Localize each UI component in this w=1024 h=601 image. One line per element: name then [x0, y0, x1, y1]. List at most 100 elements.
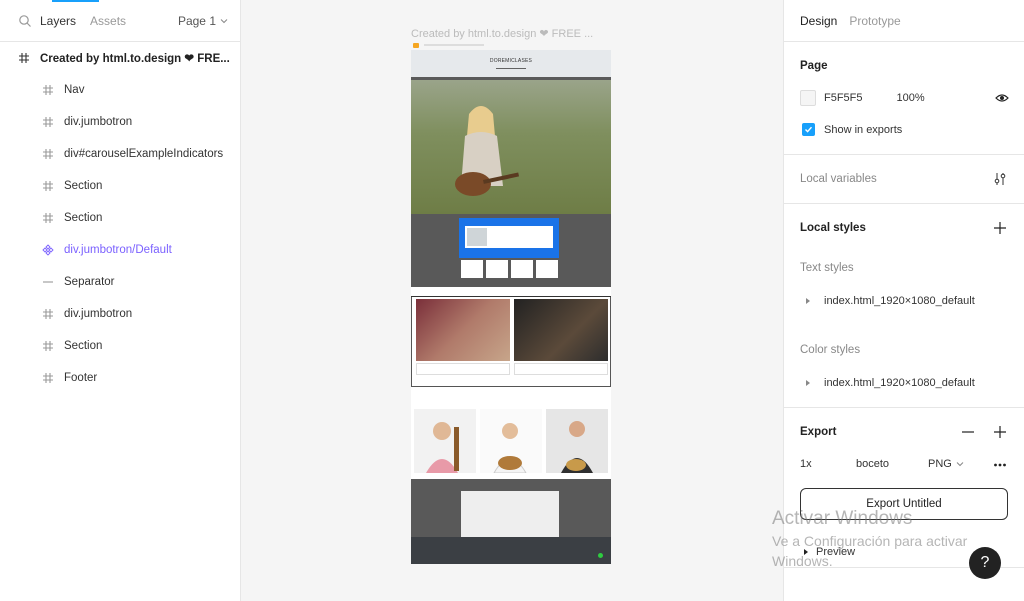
guitar-photo: [514, 299, 608, 361]
frame-icon: [42, 84, 54, 96]
frame-icon: [42, 148, 54, 160]
layer-item-section[interactable]: Section: [0, 170, 240, 202]
layer-label: Separator: [64, 276, 115, 288]
page-fill-row[interactable]: F5F5F5 100%: [800, 90, 1010, 106]
export-scale[interactable]: 1x: [800, 458, 812, 470]
variables-sliders-icon[interactable]: [992, 171, 1008, 187]
tab-assets[interactable]: Assets: [90, 14, 126, 28]
local-styles-section: Local styles Text styles index.html_1920…: [784, 204, 1024, 408]
footer-profile-cards: [461, 491, 559, 537]
show-in-exports-label: Show in exports: [824, 123, 903, 136]
frame-icon: [42, 212, 54, 224]
export-title: Export: [800, 426, 837, 438]
color-style-name: index.html_1920×1080_default: [824, 377, 975, 389]
chevron-down-icon: [956, 462, 964, 467]
featured-thumbnail: [467, 228, 487, 246]
mini-card: [536, 260, 558, 278]
tab-layers[interactable]: Layers: [40, 14, 76, 28]
teacher-photo: [546, 409, 608, 473]
show-in-exports-row[interactable]: Show in exports: [802, 123, 902, 136]
frame-title[interactable]: Created by html.to.design ❤ FREE ...: [411, 27, 593, 40]
add-export-icon[interactable]: [992, 424, 1008, 440]
layer-label: div.jumbotron/Default: [64, 244, 172, 256]
component-instance-icon: [42, 244, 54, 256]
page-selector-label: Page 1: [177, 13, 216, 28]
activation-watermark-title: Activar Windows: [772, 508, 913, 529]
teacher-photo: [414, 409, 476, 473]
frame-icon: [18, 52, 30, 64]
frame-icon: [42, 340, 54, 352]
photo-caption: [514, 363, 608, 375]
remove-export-icon[interactable]: [960, 424, 976, 440]
page-opacity[interactable]: 100%: [897, 92, 925, 104]
layer-item-section[interactable]: Section: [0, 202, 240, 234]
color-style-item[interactable]: index.html_1920×1080_default: [806, 377, 975, 389]
layer-root-frame[interactable]: Created by html.to.design ❤ FRE...: [0, 42, 240, 74]
photo-section: [411, 297, 611, 387]
layer-item-jumbotron[interactable]: div.jumbotron: [0, 106, 240, 138]
eye-icon[interactable]: [994, 90, 1010, 106]
active-tab-indicator: [52, 0, 99, 2]
layer-label: div.jumbotron: [64, 116, 133, 128]
text-style-item[interactable]: index.html_1920×1080_default: [806, 295, 975, 307]
layer-label: Nav: [64, 84, 85, 96]
website-frame[interactable]: DOREMICLASES ▬▬▬▬▬▬▬▬▬▬: [411, 50, 611, 564]
color-swatch[interactable]: [800, 90, 816, 106]
spacer: [411, 287, 611, 297]
checkbox-checked-icon[interactable]: [802, 123, 815, 136]
layer-label: Section: [64, 212, 103, 224]
activation-watermark-line: Windows.: [772, 553, 833, 569]
photo-caption: [416, 363, 510, 375]
site-tagline-placeholder: ▬▬▬▬▬▬▬▬▬▬: [496, 65, 526, 70]
export-format-value: PNG: [928, 458, 952, 470]
page-section: Page F5F5F5 100% Show in exports: [784, 42, 1024, 155]
layers-panel: Layers Assets Page 1 Created by html.to.…: [0, 0, 241, 601]
layer-item-carousel[interactable]: div#carouselExampleIndicators: [0, 138, 240, 170]
footer-section: [411, 479, 611, 564]
teacher-photo: [480, 409, 542, 473]
color-styles-label: Color styles: [800, 344, 861, 356]
layer-label: div#carouselExampleIndicators: [64, 148, 224, 160]
footer-bar: [411, 537, 611, 564]
layer-item-section[interactable]: Section: [0, 330, 240, 362]
frame-icon: [42, 372, 54, 384]
right-panel-header: Design Prototype: [784, 0, 1024, 42]
mini-card: [511, 260, 533, 278]
add-style-icon[interactable]: [992, 220, 1008, 236]
page-selector[interactable]: Page 1: [178, 14, 228, 28]
mini-card: [461, 260, 483, 278]
layer-item-jumbotron[interactable]: div.jumbotron: [0, 298, 240, 330]
layer-label: Section: [64, 180, 103, 192]
guitar-photo: [416, 299, 510, 361]
local-variables-section[interactable]: Local variables: [784, 155, 1024, 204]
tab-prototype[interactable]: Prototype: [849, 14, 900, 28]
spacer: [411, 387, 611, 401]
more-options-icon[interactable]: [992, 457, 1008, 473]
mini-card: [486, 260, 508, 278]
expand-arrow-icon[interactable]: [806, 380, 810, 386]
layer-root-label: Created by html.to.design ❤ FRE...: [40, 53, 230, 65]
layer-label: Footer: [64, 372, 98, 384]
design-canvas[interactable]: Created by html.to.design ❤ FREE ... DOR…: [241, 0, 783, 601]
help-button[interactable]: ?: [969, 547, 1001, 579]
text-styles-label: Text styles: [800, 262, 854, 274]
expand-arrow-icon[interactable]: [806, 298, 810, 304]
page-color-hex[interactable]: F5F5F5: [824, 92, 863, 104]
export-suffix[interactable]: boceto: [856, 458, 889, 470]
search-icon[interactable]: [18, 14, 32, 28]
text-style-name: index.html_1920×1080_default: [824, 295, 975, 307]
featured-card: [459, 218, 559, 258]
left-panel-header: Layers Assets Page 1: [0, 0, 240, 42]
tab-design[interactable]: Design: [800, 14, 837, 28]
layer-item-nav[interactable]: Nav: [0, 74, 240, 106]
local-styles-title: Local styles: [800, 222, 866, 234]
layer-item-separator[interactable]: Separator: [0, 266, 240, 298]
guitarist-illustration: [455, 106, 519, 196]
export-format-select[interactable]: PNG: [928, 458, 964, 470]
layer-item-footer[interactable]: Footer: [0, 362, 240, 394]
site-header: DOREMICLASES ▬▬▬▬▬▬▬▬▬▬: [411, 50, 611, 77]
frame-icon: [42, 180, 54, 192]
favicon-thumbnail: [413, 43, 419, 48]
activation-watermark-line: Ve a Configuración para activar: [772, 533, 968, 549]
layer-item-component[interactable]: div.jumbotron/Default: [0, 234, 240, 266]
